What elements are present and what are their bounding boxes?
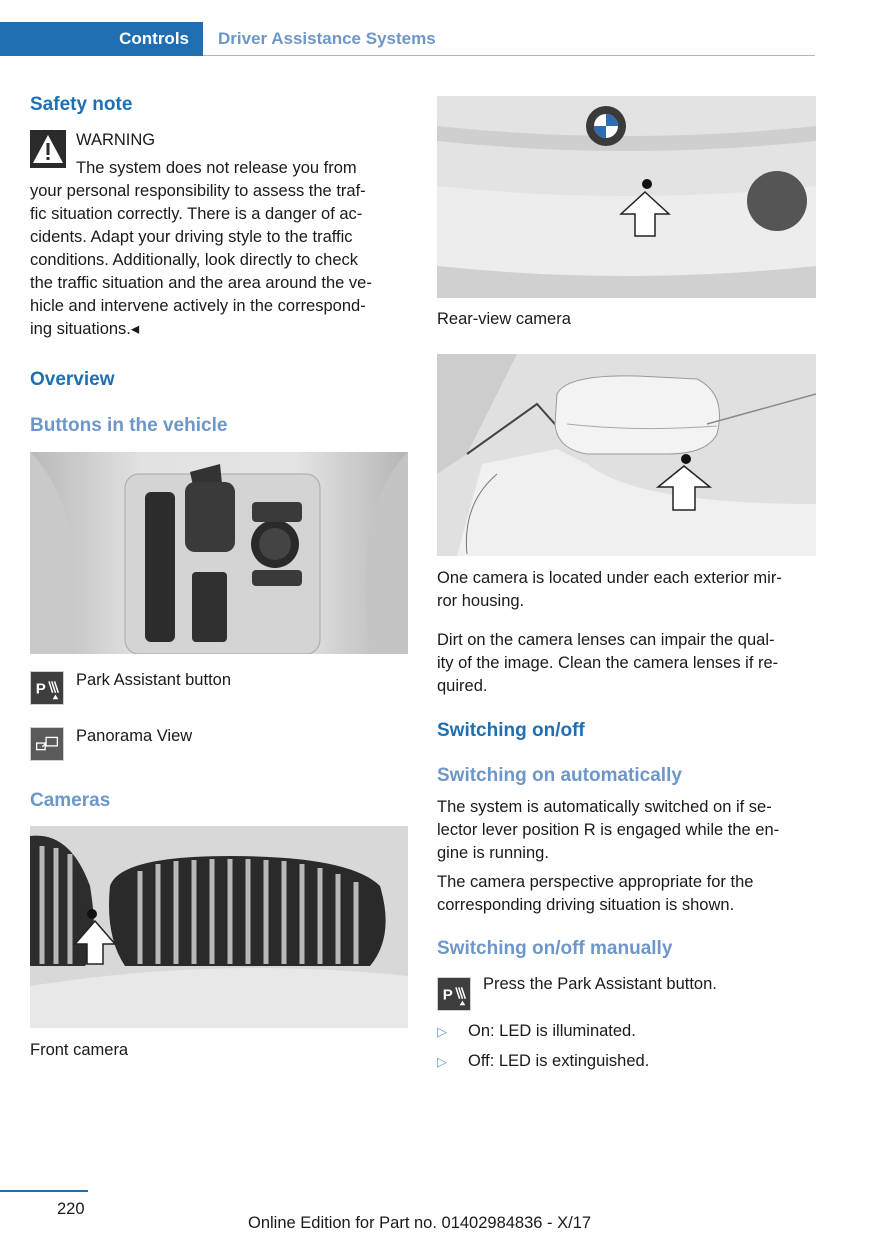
- svg-text:P: P: [443, 987, 453, 1004]
- mirror-caption-line: ror housing.: [437, 592, 525, 610]
- park-assistant-icon: P: [30, 671, 64, 705]
- svg-text:P: P: [36, 681, 46, 698]
- press-instruction: Press the Park Assistant button.: [483, 975, 717, 993]
- warning-line: cidents. Adapt your driving style to the…: [30, 228, 353, 246]
- warning-icon: [30, 130, 66, 168]
- auto-line: The system is automatically switched on …: [437, 798, 772, 816]
- panorama-view-icon: [30, 727, 64, 761]
- auto-line: lector lever position R is engaged while…: [437, 821, 780, 839]
- warning-line: the traffic situation and the area aroun…: [30, 274, 372, 292]
- warning-line: conditions. Additionally, look directly …: [30, 251, 359, 269]
- front-camera-image: [30, 826, 408, 1028]
- dirt-line: Dirt on the camera lenses can impair the…: [437, 631, 775, 649]
- warning-first-line: The system does not release you from: [76, 159, 357, 177]
- auto-heading: Switching on automatically: [437, 765, 682, 786]
- header-rule: [203, 55, 815, 56]
- dirt-line: quired.: [437, 677, 488, 695]
- mirror-camera-image: [437, 354, 816, 556]
- bullet-text: Off: LED is extinguished.: [468, 1052, 650, 1070]
- dirt-line: ity of the image. Clean the camera lense…: [437, 654, 779, 672]
- bullet-triangle-icon: ▷: [437, 1054, 447, 1069]
- edition-note: Online Edition for Part no. 01402984836 …: [248, 1214, 592, 1232]
- chapter-tab: Controls: [0, 22, 203, 56]
- perspective-paragraph: The camera perspective appropriate for t…: [437, 871, 753, 917]
- switching-heading: Switching on/off: [437, 720, 585, 741]
- park-assistant-label: Park Assistant button: [76, 671, 232, 689]
- rear-camera-image: [437, 96, 816, 298]
- front-camera-caption: Front camera: [30, 1041, 129, 1059]
- manual-heading: Switching on/off manually: [437, 938, 673, 959]
- warning-text: your personal responsibility to assess t…: [30, 180, 408, 341]
- auto-paragraph: The system is automatically switched on …: [437, 796, 779, 865]
- buttons-heading: Buttons in the vehicle: [30, 415, 228, 436]
- mirror-caption: One camera is located under each exterio…: [437, 567, 782, 613]
- park-assistant-icon: P: [437, 977, 471, 1011]
- warning-line: your personal responsibility to assess t…: [30, 182, 366, 200]
- panorama-view-label: Panorama View: [76, 727, 193, 745]
- dirt-paragraph: Dirt on the camera lenses can impair the…: [437, 629, 778, 698]
- bullet-triangle-icon: ▷: [437, 1024, 447, 1039]
- warning-line: fic situation correctly. There is a dang…: [30, 205, 363, 223]
- perspective-line: The camera perspective appropriate for t…: [437, 873, 754, 891]
- mirror-caption-line: One camera is located under each exterio…: [437, 569, 782, 587]
- warning-line: ing situations.◂: [30, 320, 140, 338]
- cameras-heading: Cameras: [30, 790, 111, 811]
- section-title: Driver Assistance Systems: [218, 29, 436, 48]
- warning-label: WARNING: [76, 131, 156, 149]
- warning-line: hicle and intervene actively in the corr…: [30, 297, 366, 315]
- center-console-image: [30, 452, 408, 654]
- rear-camera-caption: Rear-view camera: [437, 310, 571, 328]
- auto-line: gine is running.: [437, 844, 549, 862]
- footer-rule: [0, 1190, 88, 1192]
- safety-note-heading: Safety note: [30, 94, 133, 115]
- overview-heading: Overview: [30, 369, 115, 390]
- page-number: 220: [57, 1200, 85, 1218]
- bullet-text: On: LED is illuminated.: [468, 1022, 636, 1040]
- perspective-line: corresponding driving situation is shown…: [437, 896, 735, 914]
